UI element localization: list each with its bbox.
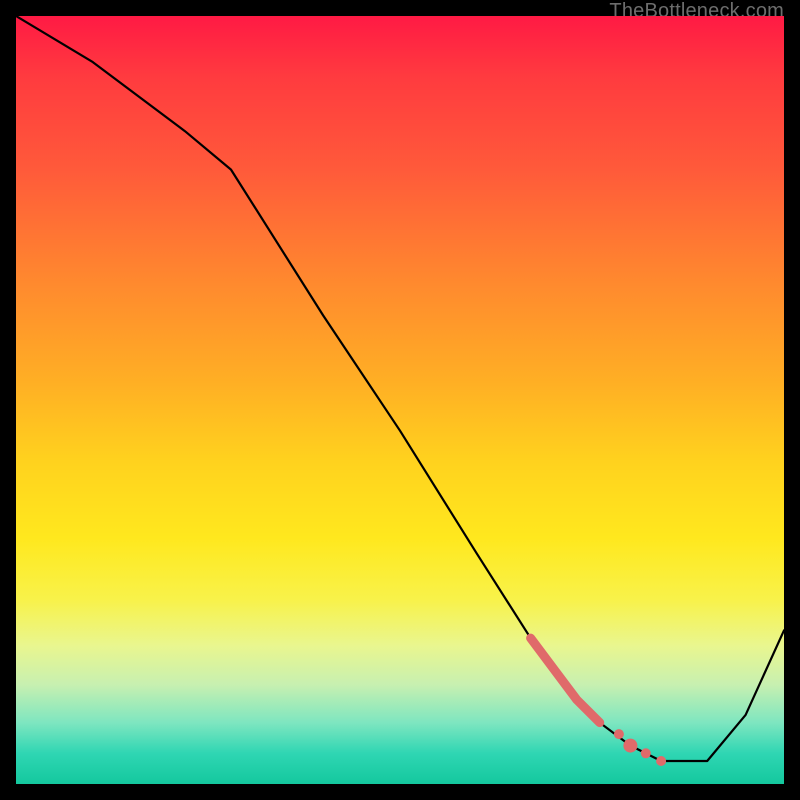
curve-path bbox=[16, 16, 784, 761]
chart-svg bbox=[16, 16, 784, 784]
highlight-dot bbox=[656, 756, 666, 766]
highlight-dot bbox=[641, 748, 651, 758]
highlight-band bbox=[531, 638, 600, 723]
highlight-dots bbox=[614, 729, 666, 766]
chart-container: TheBottleneck.com bbox=[0, 0, 800, 800]
highlight-dot bbox=[614, 729, 624, 739]
highlight-dot bbox=[623, 739, 637, 753]
plot-area bbox=[16, 16, 784, 784]
